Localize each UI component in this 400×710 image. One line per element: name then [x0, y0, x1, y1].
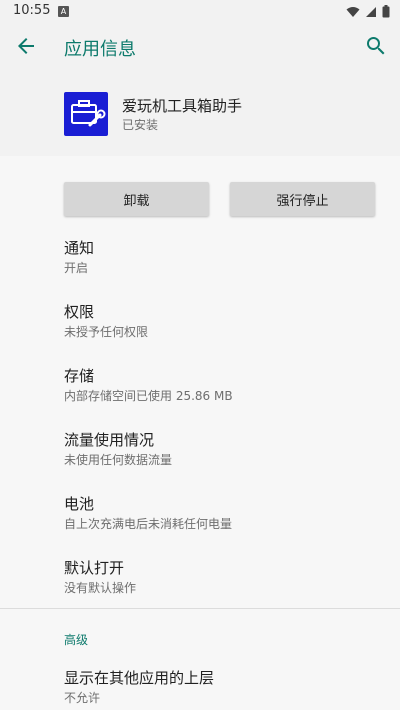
app-header: 爱玩机工具箱助手 已安装 [0, 70, 400, 156]
item-title: 流量使用情况 [64, 431, 155, 449]
advanced-section-header: 高级 [64, 633, 89, 647]
search-icon[interactable] [364, 34, 388, 58]
app-info-content: 卸载 强行停止 通知 开启 权限 未授予任何权限 存储 内部存储空间已使用 25… [0, 156, 400, 710]
item-subtitle: 自上次充满电后未消耗任何电量 [64, 517, 233, 531]
open-by-default-item[interactable]: 默认打开 没有默认操作 [64, 558, 384, 597]
uninstall-button[interactable]: 卸载 [64, 182, 209, 216]
wifi-icon [346, 6, 360, 17]
item-title: 默认打开 [64, 559, 125, 577]
item-subtitle: 没有默认操作 [64, 581, 137, 595]
status-bar: 10:55 A [0, 0, 400, 24]
app-name: 爱玩机工具箱助手 [122, 97, 243, 115]
item-subtitle: 开启 [64, 261, 89, 275]
force-stop-button[interactable]: 强行停止 [230, 182, 375, 216]
item-subtitle: 内部存储空间已使用 25.86 MB [64, 389, 233, 403]
item-title: 电池 [64, 495, 95, 513]
display-over-other-apps-item[interactable]: 显示在其他应用的上层 不允许 [64, 668, 384, 707]
item-title: 通知 [64, 239, 95, 257]
item-subtitle: 不允许 [64, 691, 101, 705]
data-usage-item[interactable]: 流量使用情况 未使用任何数据流量 [64, 430, 384, 469]
item-title: 权限 [64, 303, 95, 321]
notification-icon: A [58, 6, 69, 17]
notifications-item[interactable]: 通知 开启 [64, 238, 384, 277]
item-title: 存储 [64, 367, 95, 385]
status-time: 10:55 [13, 3, 51, 18]
app-install-status: 已安装 [122, 118, 159, 132]
item-subtitle: 未使用任何数据流量 [64, 453, 173, 467]
battery-item[interactable]: 电池 自上次充满电后未消耗任何电量 [64, 494, 384, 533]
page-title: 应用信息 [64, 39, 136, 60]
status-icons [346, 5, 390, 18]
app-toolbox-icon [64, 92, 108, 136]
item-subtitle: 未授予任何权限 [64, 325, 149, 339]
app-bar: 应用信息 [0, 24, 400, 70]
permissions-item[interactable]: 权限 未授予任何权限 [64, 302, 384, 341]
section-divider [0, 608, 400, 609]
cellular-icon [366, 6, 376, 17]
storage-item[interactable]: 存储 内部存储空间已使用 25.86 MB [64, 366, 384, 405]
battery-icon [382, 5, 390, 18]
back-arrow-icon[interactable] [14, 34, 38, 58]
item-title: 显示在其他应用的上层 [64, 669, 215, 687]
